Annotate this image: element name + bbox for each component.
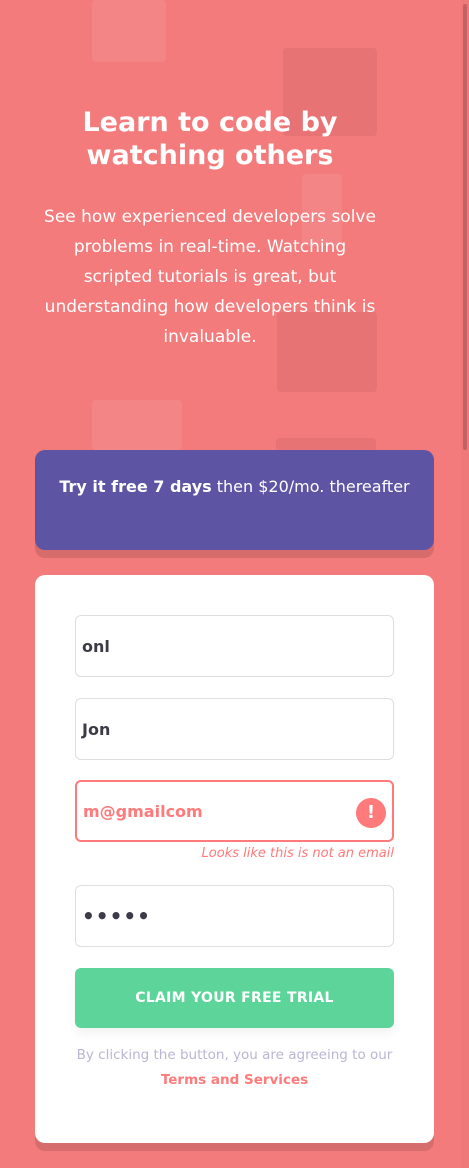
signup-form-card: onl Jon m@gmailcom ! Looks like this is … [35, 575, 434, 1143]
first-name-value: onl [82, 636, 110, 656]
terms-prefix: By clicking the button, you are agreeing… [76, 1047, 393, 1063]
scrollbar-thumb[interactable] [463, 4, 467, 450]
terms-link[interactable]: Terms and Services [161, 1072, 308, 1088]
last-name-field[interactable]: Jon [75, 698, 394, 760]
error-icon: ! [356, 798, 386, 828]
terms-notice: By clicking the button, you are agreeing… [75, 1043, 394, 1093]
claim-trial-button[interactable]: CLAIM YOUR FREE TRIAL [75, 968, 394, 1028]
email-error-message: Looks like this is not an email [201, 846, 394, 861]
first-name-field[interactable]: onl [75, 615, 394, 677]
password-field[interactable]: ••••• [75, 885, 394, 947]
promo-rest: then $20/mo. thereafter [216, 477, 410, 496]
password-value: ••••• [82, 904, 151, 928]
page-scrollbar[interactable] [461, 0, 469, 1168]
promo-highlight: Try it free 7 days [59, 477, 212, 496]
email-value: m@gmailcom [83, 801, 203, 821]
email-field[interactable]: m@gmailcom ! [75, 780, 394, 842]
promo-banner: Try it free 7 days then $20/mo. thereaft… [35, 450, 434, 550]
hero-description: See how experienced developers solve pro… [44, 207, 376, 347]
last-name-value: Jon [82, 719, 111, 739]
hero-title: Learn to code by watching others [82, 107, 338, 171]
